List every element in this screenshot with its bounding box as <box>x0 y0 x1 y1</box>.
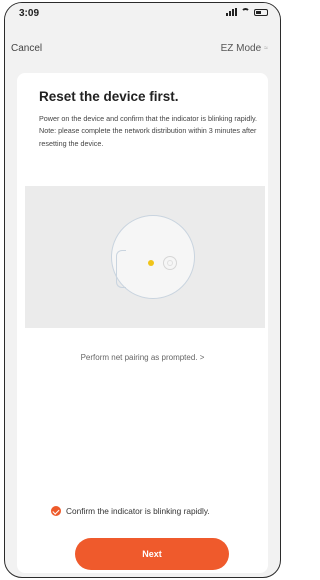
confirm-checkbox-row[interactable]: Confirm the indicator is blinking rapidl… <box>51 506 210 516</box>
cancel-button[interactable]: Cancel <box>11 43 42 54</box>
page-title: Reset the device first. <box>39 89 179 104</box>
battery-icon <box>254 8 268 16</box>
status-time: 3:09 <box>19 8 40 19</box>
mode-label: EZ Mode <box>220 43 262 54</box>
confirm-label: Confirm the indicator is blinking rapidl… <box>66 506 210 516</box>
signal-icon <box>226 8 237 16</box>
reset-button-icon <box>163 256 177 270</box>
instruction-text: Power on the device and confirm that the… <box>39 114 258 148</box>
indicator-light-icon <box>148 260 154 266</box>
mode-switch-button[interactable]: EZ Mode ≈ <box>221 43 268 54</box>
wifi-icon <box>241 8 250 16</box>
phone-frame: 3:09 Cancel EZ Mode ≈ Reset the device f… <box>4 2 281 578</box>
nav-bar: Cancel EZ Mode ≈ <box>5 27 280 54</box>
device-edge <box>116 250 126 288</box>
status-bar: 3:09 <box>5 3 280 25</box>
next-button[interactable]: Next <box>75 538 229 570</box>
wifi-mode-icon: ≈ <box>264 45 268 52</box>
pairing-guide-link[interactable]: Perform net pairing as prompted. > <box>17 353 268 362</box>
device-zoom-circle <box>111 215 195 299</box>
content-card: Reset the device first. Power on the dev… <box>17 73 268 573</box>
checkmark-icon[interactable] <box>51 506 61 516</box>
status-icons <box>226 8 268 16</box>
device-illustration <box>25 186 265 328</box>
